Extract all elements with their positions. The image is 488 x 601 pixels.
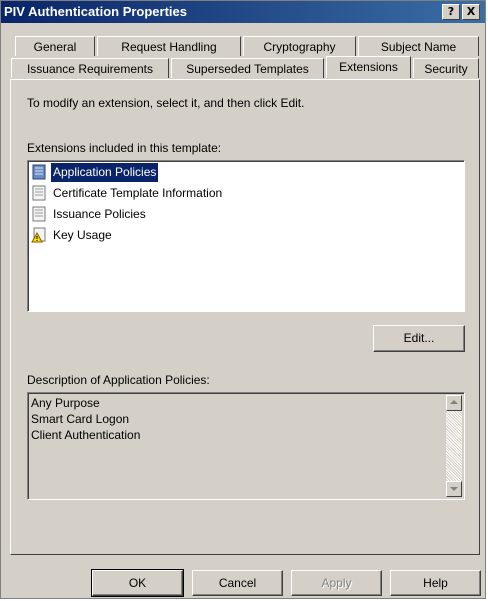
title-bar[interactable]: PIV Authentication Properties ? X <box>1 1 485 23</box>
window-title: PIV Authentication Properties <box>4 4 187 19</box>
ok-button[interactable]: OK <box>91 569 184 597</box>
extension-label: Key Usage <box>53 228 112 242</box>
certificate-extension-icon <box>32 185 46 201</box>
extensions-listbox[interactable]: Application Policies Certificate Templat… <box>27 160 465 312</box>
arrow-down-icon <box>450 487 458 491</box>
tab-cryptography[interactable]: Cryptography <box>243 36 356 56</box>
tab-security[interactable]: Security <box>413 58 479 78</box>
description-label: Description of Application Policies: <box>27 373 210 387</box>
arrow-up-icon <box>450 400 458 404</box>
edit-button[interactable]: Edit... <box>373 325 465 352</box>
list-item[interactable]: Application Policies <box>30 162 200 183</box>
description-line: Any Purpose <box>31 396 100 410</box>
apply-button[interactable]: Apply <box>291 570 382 596</box>
tab-issuance-requirements[interactable]: Issuance Requirements <box>11 58 169 78</box>
tab-subject-name[interactable]: Subject Name <box>358 36 479 56</box>
tab-request-handling[interactable]: Request Handling <box>97 36 241 56</box>
extension-label: Application Policies <box>49 162 160 183</box>
list-item[interactable]: Certificate Template Information <box>30 184 270 203</box>
scroll-down-button[interactable] <box>446 481 462 497</box>
scroll-up-button[interactable] <box>446 395 462 411</box>
description-box[interactable]: Any Purpose Smart Card Logon Client Auth… <box>27 392 465 500</box>
certificate-extension-icon <box>32 206 46 222</box>
extensions-list-label: Extensions included in this template: <box>27 141 222 155</box>
properties-dialog: PIV Authentication Properties ? X Genera… <box>0 0 486 599</box>
description-line: Client Authentication <box>31 428 141 442</box>
certificate-extension-icon <box>32 164 46 180</box>
cancel-button[interactable]: Cancel <box>192 570 283 596</box>
description-line: Smart Card Logon <box>31 412 130 426</box>
help-button[interactable]: Help <box>390 570 481 596</box>
list-item[interactable]: Key Usage <box>30 226 150 245</box>
list-item[interactable]: Issuance Policies <box>30 205 190 224</box>
tab-superseded-templates[interactable]: Superseded Templates <box>171 58 324 78</box>
close-button[interactable]: X <box>462 4 480 20</box>
tab-general[interactable]: General <box>15 36 95 56</box>
instruction-text: To modify an extension, select it, and t… <box>27 96 305 110</box>
extension-label: Issuance Policies <box>53 207 146 221</box>
tab-extensions[interactable]: Extensions <box>326 56 411 78</box>
description-scrollbar[interactable] <box>446 395 462 497</box>
extension-label: Certificate Template Information <box>53 186 223 200</box>
warning-extension-icon <box>31 227 46 243</box>
help-title-button[interactable]: ? <box>442 4 460 20</box>
